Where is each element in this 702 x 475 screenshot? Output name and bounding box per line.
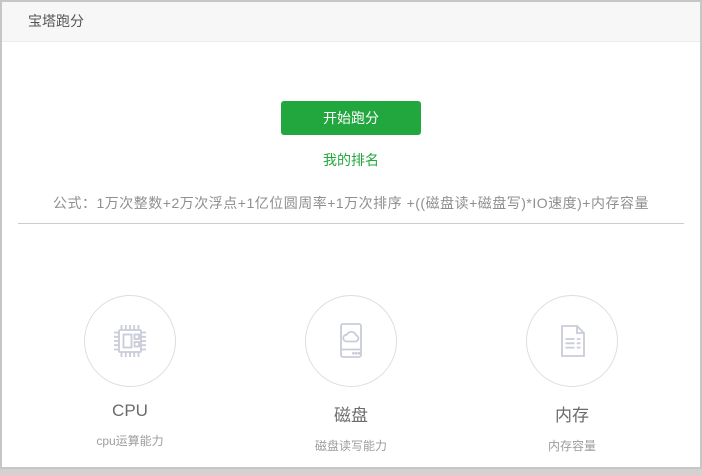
score-formula-text: 公式：1万次整数+2万次浮点+1亿位圆周率+1万次排序 +((磁盘读+磁盘写)*… <box>2 193 700 213</box>
features-row: CPU cpu运算能力 磁 <box>2 295 700 454</box>
feature-subtitle-disk: 磁盘读写能力 <box>251 437 451 454</box>
memory-circle <box>526 295 618 387</box>
disk-circle <box>305 295 397 387</box>
disk-icon <box>327 317 375 365</box>
benchmark-panel: 宝塔跑分 开始跑分 我的排名 公式：1万次整数+2万次浮点+1亿位圆周率+1万次… <box>0 0 702 469</box>
my-rank-link[interactable]: 我的排名 <box>2 150 700 170</box>
start-benchmark-button[interactable]: 开始跑分 <box>281 101 421 135</box>
feature-cpu: CPU cpu运算能力 <box>30 295 230 454</box>
cpu-chip-icon <box>106 317 154 365</box>
cpu-circle <box>84 295 176 387</box>
memory-file-icon <box>548 317 596 365</box>
page-title: 宝塔跑分 <box>28 13 84 29</box>
feature-title-disk: 磁盘 <box>251 401 451 426</box>
feature-disk: 磁盘 磁盘读写能力 <box>251 295 451 454</box>
feature-title-cpu: CPU <box>30 401 230 421</box>
feature-memory: 内存 内存容量 <box>472 295 672 454</box>
feature-subtitle-cpu: cpu运算能力 <box>30 432 230 449</box>
feature-subtitle-memory: 内存容量 <box>472 437 672 454</box>
feature-title-memory: 内存 <box>472 401 672 426</box>
panel-header: 宝塔跑分 <box>2 2 700 42</box>
section-divider <box>18 223 684 224</box>
panel-content: 开始跑分 我的排名 公式：1万次整数+2万次浮点+1亿位圆周率+1万次排序 +(… <box>2 42 700 454</box>
